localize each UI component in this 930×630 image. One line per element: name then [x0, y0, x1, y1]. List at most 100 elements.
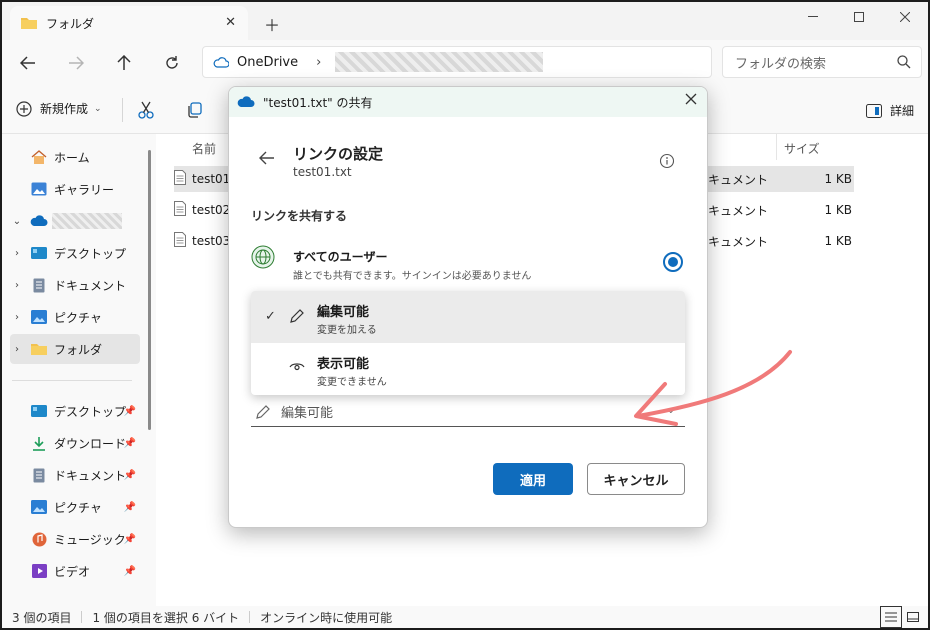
details-pane-icon — [865, 103, 882, 118]
address-location[interactable]: OneDrive — [237, 55, 298, 70]
menu-item-can-view[interactable]: 表示可能 変更できません — [251, 343, 685, 395]
maximize-icon[interactable] — [836, 2, 882, 32]
checkmark-icon: ✓ — [265, 309, 276, 324]
tiles-view-icon[interactable] — [902, 606, 924, 628]
chevron-right-icon[interactable]: › — [10, 280, 24, 291]
plus-circle-icon — [16, 100, 32, 117]
pin-icon[interactable]: 📌 — [124, 406, 136, 417]
search-input[interactable]: フォルダの検索 — [722, 46, 922, 78]
cloud-icon — [213, 56, 229, 68]
status-selection: 1 個の項目を選択 6 バイト — [92, 610, 240, 625]
sidebar-item-home[interactable]: ホーム — [10, 142, 140, 172]
quick-access-documents[interactable]: ドキュメント 📌 — [10, 460, 140, 490]
globe-icon — [251, 245, 275, 269]
details-view-icon[interactable] — [880, 606, 902, 628]
new-tab-icon[interactable]: ＋ — [264, 12, 280, 36]
chevron-right-icon[interactable]: › — [10, 344, 24, 355]
onedrive-icon — [237, 96, 255, 107]
tab-folder[interactable]: フォルダ ✕ — [10, 6, 248, 40]
refresh-icon[interactable] — [160, 52, 184, 74]
video-icon — [30, 563, 48, 579]
cut-icon[interactable] — [136, 100, 156, 120]
details-button[interactable]: 詳細 — [865, 102, 914, 119]
column-header-name[interactable]: 名前 — [192, 140, 216, 157]
up-arrow-icon[interactable] — [112, 52, 136, 74]
option-description: 誰とでも共有できます。サインインは必要ありません — [293, 271, 532, 282]
sidebar-item-folder[interactable]: › フォルダ — [10, 334, 140, 364]
eye-icon — [289, 363, 305, 371]
blurred-account — [52, 213, 122, 229]
window-controls — [790, 2, 928, 32]
copy-icon[interactable] — [184, 100, 204, 120]
pin-icon[interactable]: 📌 — [124, 438, 136, 449]
tab-close-icon[interactable]: ✕ — [225, 15, 236, 30]
all-users-radio[interactable] — [663, 252, 683, 272]
folder-icon — [30, 341, 48, 357]
dropdown-value: 編集可能 — [281, 406, 334, 421]
sidebar-item-documents[interactable]: › ドキュメント — [10, 270, 140, 300]
close-window-icon[interactable] — [882, 2, 928, 32]
page-title: リンクの設定 — [293, 145, 384, 163]
new-button[interactable]: 新規作成 ⌄ — [16, 100, 102, 117]
permission-dropdown[interactable]: 編集可能 ⌄ — [251, 397, 685, 427]
info-icon[interactable] — [659, 153, 675, 169]
quick-access-pictures[interactable]: ピクチャ 📌 — [10, 492, 140, 522]
file-name-label: test01.txt — [293, 165, 352, 179]
sidebar-item-gallery[interactable]: ギャラリー — [10, 174, 140, 204]
dialog-title-bar: "test01.txt" の共有 — [229, 87, 707, 117]
back-arrow-icon[interactable] — [259, 151, 275, 165]
close-icon[interactable] — [685, 93, 697, 105]
text-file-icon — [174, 170, 186, 188]
quick-access-downloads[interactable]: ダウンロード 📌 — [10, 428, 140, 458]
pin-icon[interactable]: 📌 — [124, 470, 136, 481]
minimize-icon[interactable] — [790, 2, 836, 32]
pin-icon[interactable]: 📌 — [124, 502, 136, 513]
column-header-size[interactable]: サイズ — [784, 140, 820, 157]
forward-arrow-icon[interactable] — [64, 52, 88, 74]
desktop-icon — [30, 403, 48, 419]
pencil-icon — [256, 404, 270, 419]
cancel-button[interactable]: キャンセル — [587, 463, 685, 495]
pictures-icon — [30, 499, 48, 515]
new-button-label: 新規作成 — [40, 102, 89, 116]
menu-item-can-edit[interactable]: ✓ 編集可能 変更を加える — [251, 291, 685, 343]
home-icon — [30, 149, 48, 165]
download-icon — [30, 435, 48, 451]
details-label: 詳細 — [889, 104, 914, 118]
folder-icon — [21, 18, 37, 29]
pin-icon[interactable]: 📌 — [124, 534, 136, 545]
quick-access-music[interactable]: ミュージック 📌 — [10, 524, 140, 554]
cloud-icon — [30, 213, 48, 229]
document-icon — [30, 467, 48, 483]
chevron-right-icon[interactable]: › — [10, 312, 24, 323]
desktop-icon — [30, 245, 48, 261]
back-arrow-icon[interactable] — [16, 52, 40, 74]
gallery-icon — [30, 181, 48, 197]
section-label: リンクを共有する — [251, 209, 348, 223]
chevron-down-icon: ⌄ — [94, 103, 102, 114]
option-title: すべてのユーザー — [293, 250, 388, 264]
quick-access-videos[interactable]: ビデオ 📌 — [10, 556, 140, 586]
apply-button[interactable]: 適用 — [493, 463, 573, 495]
music-icon — [30, 531, 48, 547]
chevron-down-icon[interactable]: ⌄ — [10, 216, 24, 227]
pin-icon[interactable]: 📌 — [124, 566, 136, 577]
dialog-title: "test01.txt" の共有 — [263, 95, 373, 110]
pictures-icon — [30, 309, 48, 325]
breadcrumb-chevron-icon[interactable]: › — [316, 55, 321, 70]
sidebar-item-pictures[interactable]: › ピクチャ — [10, 302, 140, 332]
sidebar-item-desktop[interactable]: › デスクトップ — [10, 238, 140, 268]
quick-access-desktop[interactable]: デスクトップ 📌 — [10, 396, 140, 426]
pencil-icon — [290, 309, 304, 323]
status-availability: オンライン時に使用可能 — [260, 610, 393, 625]
text-file-icon — [174, 232, 186, 250]
chevron-right-icon[interactable]: › — [10, 248, 24, 259]
permission-menu: ✓ 編集可能 変更を加える 表示可能 変更できません — [251, 291, 685, 395]
search-icon — [897, 55, 911, 69]
sidebar-item-onedrive[interactable]: ⌄ — [10, 206, 140, 236]
share-dialog: "test01.txt" の共有 リンクの設定 test01.txt リンクを共… — [228, 86, 708, 528]
address-bar[interactable]: OneDrive › — [202, 46, 712, 78]
sidebar-divider — [12, 380, 132, 381]
view-switcher — [880, 606, 924, 628]
sidebar-scrollbar[interactable] — [148, 150, 151, 430]
